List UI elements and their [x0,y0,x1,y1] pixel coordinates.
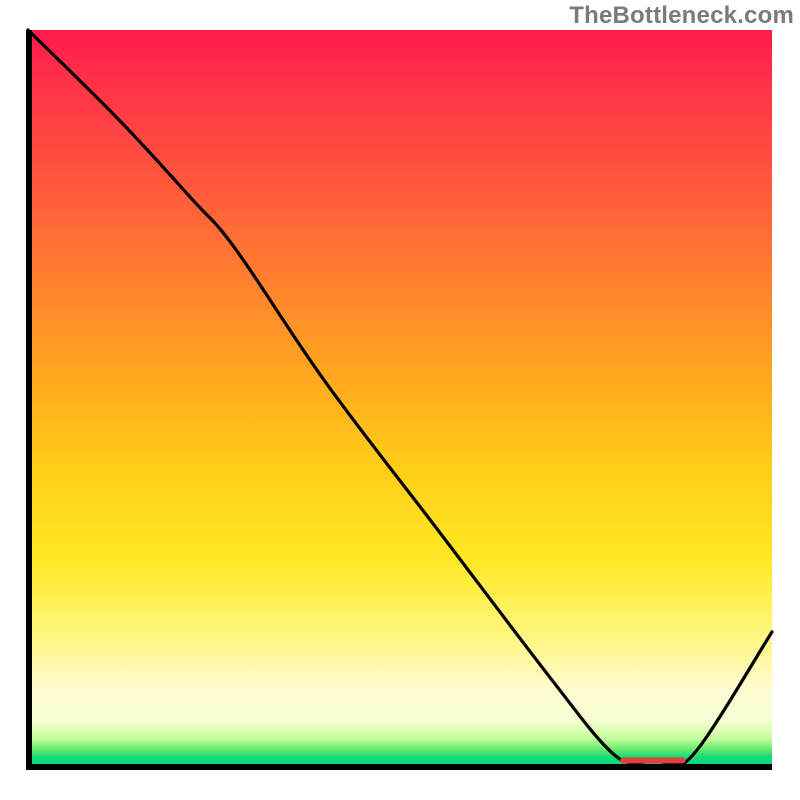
main-curve [28,30,772,766]
x-axis [28,764,772,770]
watermark-text: TheBottleneck.com [569,2,794,30]
y-axis [26,30,32,770]
chart-frame: TheBottleneck.com [0,0,800,800]
curve-layer [28,30,772,764]
